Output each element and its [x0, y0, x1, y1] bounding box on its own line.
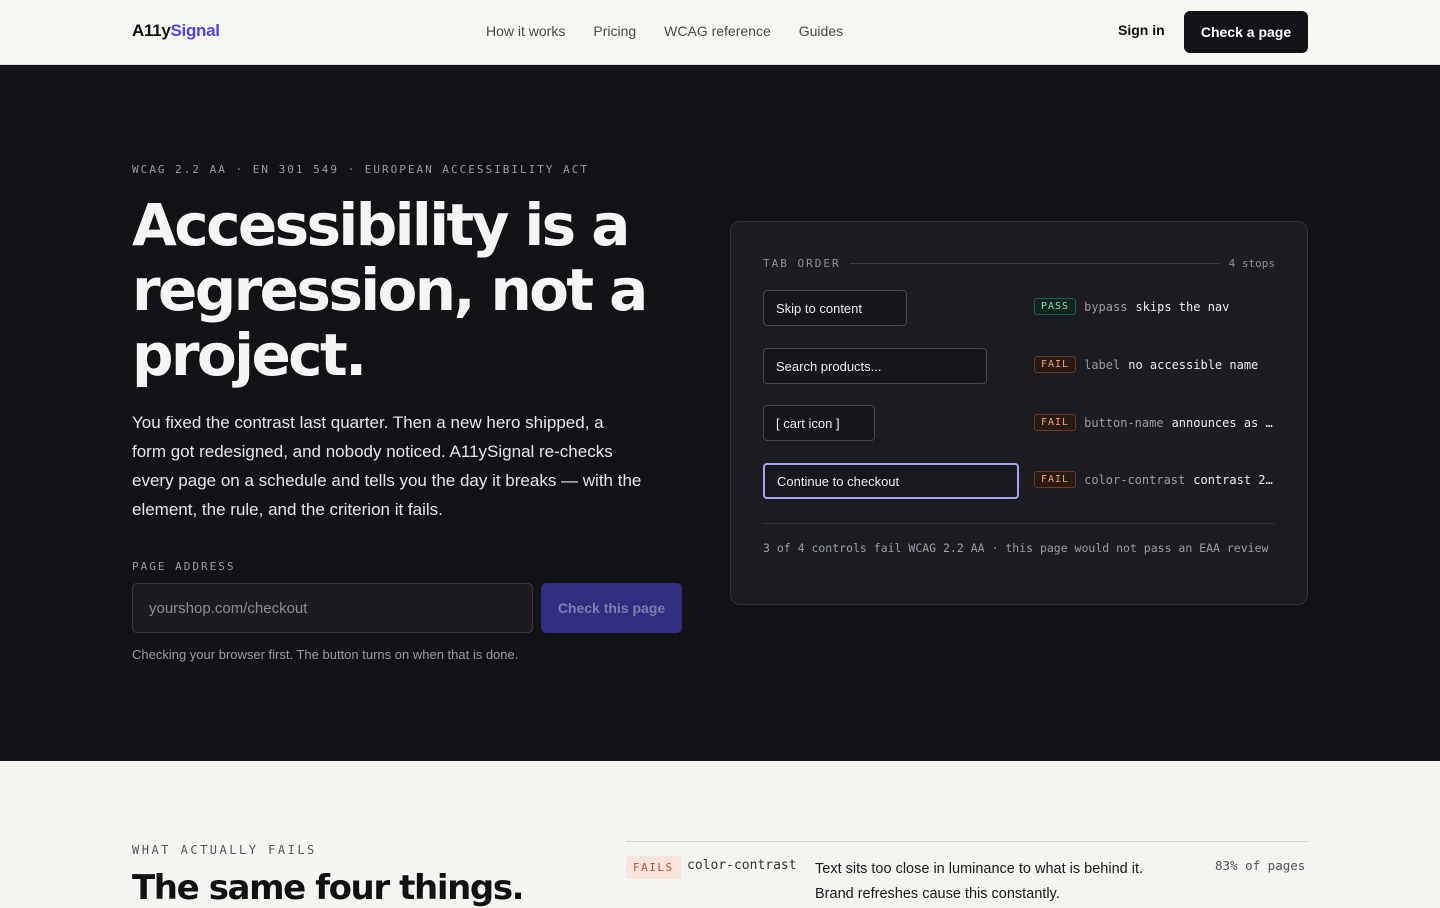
tab-stop-count: 4 stops	[1228, 257, 1275, 270]
list-divider	[626, 841, 1308, 842]
sign-in-link[interactable]: Sign in	[1118, 22, 1165, 38]
hero-eyebrow: WCAG 2.2 AA · EN 301 549 · EUROPEAN ACCE…	[132, 163, 589, 176]
main-nav: How it works Pricing WCAG reference Guid…	[486, 23, 843, 39]
stop-search-products[interactable]: Search products...	[763, 348, 987, 384]
card-divider	[763, 523, 1275, 524]
top-navigation-bar: A11ySignal How it works Pricing WCAG ref…	[0, 0, 1440, 65]
brand-prefix: A11y	[132, 21, 171, 40]
status-badge: PASS	[1034, 298, 1077, 315]
failure-stat: 83% of pages	[1215, 858, 1306, 873]
nav-how-it-works[interactable]: How it works	[486, 23, 565, 39]
result-row: PASS bypass skips the nav	[1034, 298, 1274, 315]
stop-continue-to-checkout[interactable]: Continue to checkout	[763, 463, 1019, 499]
status-badge: FAIL	[1034, 471, 1077, 488]
brand-logo[interactable]: A11ySignal	[132, 21, 220, 41]
stop-skip-to-content[interactable]: Skip to content	[763, 290, 907, 326]
rule-id: color-contrast	[1084, 472, 1186, 487]
check-this-page-button[interactable]: Check this page	[541, 583, 682, 633]
tab-order-header: TAB ORDER 4 stops	[763, 257, 1275, 270]
tab-order-summary: 3 of 4 controls fail WCAG 2.2 AA · this …	[763, 541, 1269, 555]
nav-wcag-reference[interactable]: WCAG reference	[664, 23, 771, 39]
result-row: FAIL label no accessible name	[1034, 356, 1274, 373]
stop-cart-icon[interactable]: [ cart icon ]	[763, 405, 875, 441]
rule-message: no accessible name	[1128, 357, 1259, 372]
fails-badge: FAILS	[626, 856, 681, 879]
rule-id: bypass	[1084, 299, 1128, 314]
rule-id: label	[1084, 357, 1121, 372]
browser-check-hint: Checking your browser first. The button …	[132, 647, 519, 662]
rule-message: contrast 2…	[1193, 472, 1273, 487]
hero-lede: You fixed the contrast last quarter. The…	[132, 413, 642, 519]
header-divider	[849, 263, 1220, 264]
brand-accent: Signal	[170, 21, 221, 40]
failure-rule-name: color-contrast	[687, 858, 797, 873]
hero-headline: Accessibility is a regression, not a pro…	[132, 191, 648, 389]
result-row: FAIL color-contrast contrast 2…	[1034, 471, 1274, 488]
nav-pricing[interactable]: Pricing	[593, 23, 636, 39]
status-badge: FAIL	[1034, 414, 1077, 431]
hero-section: WCAG 2.2 AA · EN 301 549 · EUROPEAN ACCE…	[0, 65, 1440, 761]
rule-message: announces as …	[1171, 415, 1273, 430]
status-badge: FAIL	[1034, 356, 1077, 373]
tab-order-title: TAB ORDER	[763, 257, 841, 270]
rule-message: skips the nav	[1135, 299, 1230, 314]
result-row: FAIL button-name announces as …	[1034, 414, 1274, 431]
section-eyebrow: WHAT ACTUALLY FAILS	[132, 843, 317, 857]
nav-guides[interactable]: Guides	[799, 23, 843, 39]
tab-order-card: TAB ORDER 4 stops Skip to content PASS b…	[730, 221, 1308, 605]
rule-id: button-name	[1084, 415, 1164, 430]
section-title: The same four things.	[132, 868, 525, 908]
page-address-label: PAGE ADDRESS	[132, 560, 236, 573]
page-address-input[interactable]	[132, 583, 533, 633]
check-a-page-button[interactable]: Check a page	[1184, 11, 1308, 53]
